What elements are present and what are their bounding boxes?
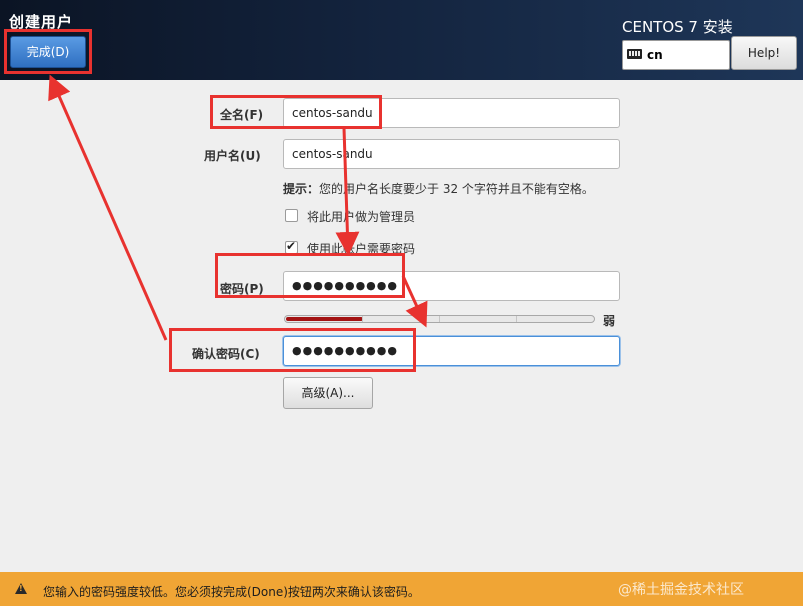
username-field[interactable]: centos-sandu — [283, 139, 620, 169]
arrow-confirm-to-done — [48, 74, 168, 341]
watermark: @稀土掘金技术社区 — [618, 582, 744, 598]
warning-bar: 您输入的密码强度较低。您必须按完成(Done)按钮两次来确认该密码。 @稀土掘金… — [0, 572, 803, 606]
admin-checkbox-label: 将此用户做为管理员 — [307, 210, 416, 224]
header-bar: 创建用户 完成(D) CENTOS 7 安装 cn Help! — [0, 0, 803, 80]
keyboard-layout-indicator[interactable]: cn — [622, 40, 730, 70]
product-title: CENTOS 7 安装 — [622, 18, 733, 36]
username-label: 用户名(U) — [204, 149, 261, 163]
password-strength-bar — [284, 315, 595, 323]
annotation-box-password — [215, 253, 405, 298]
advanced-button[interactable]: 高级(A)... — [283, 377, 373, 409]
hint-text: 您的用户名长度要少于 32 个字符并且不能有空格。 — [319, 182, 594, 196]
strength-divider — [362, 316, 363, 322]
warning-text: 您输入的密码强度较低。您必须按完成(Done)按钮两次来确认该密码。 — [43, 585, 420, 599]
warning-icon — [15, 583, 27, 594]
annotation-box-fullname — [210, 95, 382, 129]
annotation-box-confirm — [169, 328, 416, 372]
help-button[interactable]: Help! — [731, 36, 797, 70]
strength-divider — [439, 316, 440, 322]
username-hint: 提示：您的用户名长度要少于 32 个字符并且不能有空格。 — [283, 180, 594, 197]
admin-checkbox[interactable] — [285, 209, 298, 222]
annotation-box-done — [4, 29, 92, 74]
password-strength-label: 弱 — [603, 314, 616, 328]
keyboard-icon — [627, 49, 642, 59]
hint-prefix: 提示： — [283, 182, 320, 196]
annotation-arrows — [48, 74, 428, 341]
password-strength-fill — [286, 317, 363, 321]
strength-divider — [516, 316, 517, 322]
keyboard-layout-label: cn — [647, 48, 663, 62]
